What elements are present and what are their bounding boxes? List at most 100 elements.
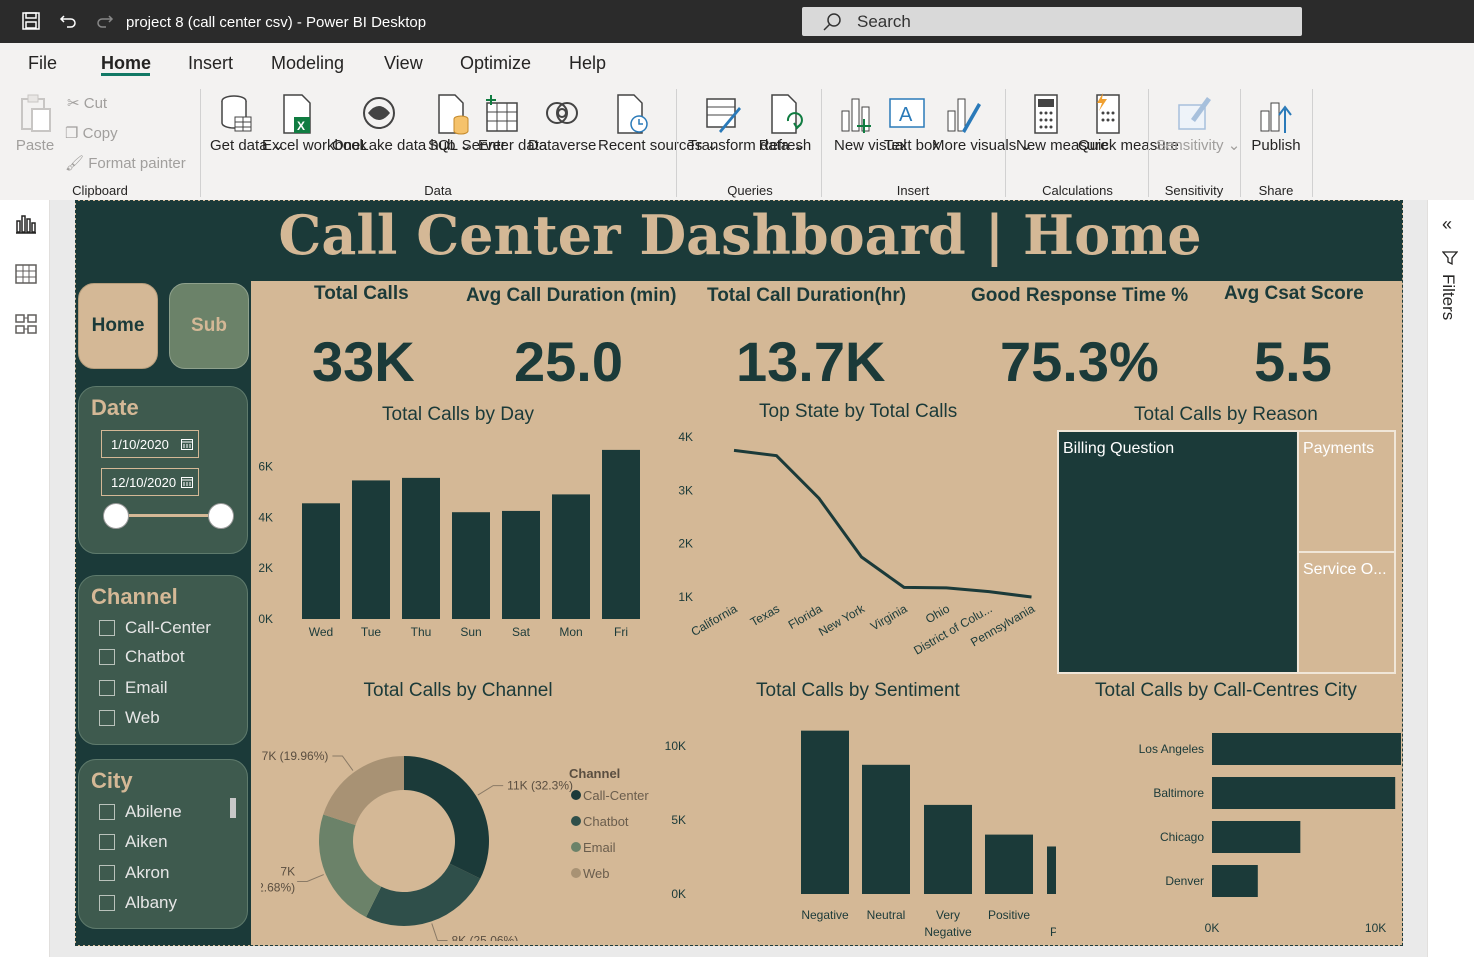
active-tab-indicator <box>101 73 150 76</box>
collapse-icon[interactable]: « <box>1442 214 1452 235</box>
checkbox[interactable] <box>99 620 115 636</box>
checkbox[interactable] <box>99 865 115 881</box>
format-painter-button[interactable]: 🖌 Format painter <box>65 154 186 172</box>
excel-icon: X <box>283 94 311 134</box>
quick-measure-icon <box>1096 93 1120 134</box>
menu-optimize[interactable]: Optimize <box>460 53 531 74</box>
kpi-value-avg-csat: 5.5 <box>1254 330 1332 393</box>
checkbox[interactable] <box>99 649 115 665</box>
bar <box>801 730 849 894</box>
checkbox[interactable] <box>99 804 115 820</box>
bar <box>502 510 540 619</box>
checkbox[interactable] <box>99 710 115 726</box>
legend-label: Call-Center <box>583 788 649 803</box>
y-tick-label: Chicago <box>1160 830 1204 844</box>
bar <box>1212 821 1301 853</box>
model-view-icon[interactable] <box>14 312 38 336</box>
cut-button[interactable]: ✂ Cut <box>67 94 107 112</box>
view-switcher <box>0 200 50 957</box>
leader-line <box>477 785 504 796</box>
start-date-input[interactable]: 1/10/2020 <box>101 430 199 458</box>
x-tick-label: Mon <box>559 625 582 639</box>
text-box-button[interactable]: A Text box <box>884 83 940 178</box>
sensitivity-button[interactable]: Sensitivity ⌄ <box>1156 83 1240 178</box>
report-view-icon[interactable] <box>14 212 38 236</box>
calls-by-day-chart[interactable]: 0K 2K 4K 6K Wed Tue Thu Sun Sat Mon Fri <box>251 431 651 671</box>
recent-sources-button[interactable]: Recent sources ⌄ <box>598 83 719 178</box>
paste-button[interactable]: Paste <box>10 83 60 178</box>
calls-by-sentiment-chart[interactable]: 0K 5K 10K Negative Neutral Very Negative Positi… <box>656 721 1056 946</box>
new-visual-button[interactable]: New visual <box>834 83 907 178</box>
top-state-chart[interactable]: 1K2K3K4KCalifornia Texas FloridaNew York Vi… <box>666 426 1046 671</box>
checkbox[interactable] <box>99 895 115 911</box>
x-tick-label: Texas <box>748 601 782 629</box>
x-tick-label: New York <box>816 601 868 639</box>
bar <box>862 764 910 894</box>
search-placeholder: Search <box>857 12 911 31</box>
menu-insert[interactable]: Insert <box>188 53 233 74</box>
calls-by-channel-donut[interactable]: 11K (32.3%) 8K (25.06%) 7K (22.68%) 7K (19.9… <box>261 711 681 941</box>
series-line <box>733 448 1032 599</box>
svg-text:A: A <box>899 104 913 126</box>
bar <box>402 477 440 619</box>
table-view-icon[interactable] <box>14 262 38 286</box>
menu-help[interactable]: Help <box>569 53 606 74</box>
chart-title-calls-by-day: Total Calls by Day <box>382 404 535 425</box>
date-range-start-handle[interactable] <box>103 503 129 529</box>
menu-home[interactable]: Home <box>101 53 151 74</box>
sql-server-button[interactable]: SQL Server <box>428 83 506 178</box>
filters-label[interactable]: Filters <box>1438 274 1458 320</box>
database-icon <box>221 95 252 132</box>
kpi-label-avg-call-duration: Avg Call Duration (min) <box>466 285 677 306</box>
city-scrollbar[interactable] <box>230 798 236 818</box>
sub-nav-button[interactable]: Sub <box>169 283 249 369</box>
copy-button[interactable]: ❐ Copy <box>65 124 118 142</box>
transform-data-button[interactable]: Transform data ⌄ <box>688 83 806 178</box>
report-title: Call Center Dashboard | Home <box>278 203 1202 267</box>
redo-icon[interactable] <box>94 10 116 32</box>
publish-button[interactable]: Publish <box>1248 83 1304 178</box>
report-page[interactable]: Call Center Dashboard | Home Home Sub Da… <box>75 200 1403 946</box>
ribbon-divider <box>200 89 201 197</box>
bar <box>352 480 390 619</box>
dataverse-button[interactable]: Dataverse <box>528 83 596 178</box>
undo-icon[interactable] <box>57 10 79 32</box>
ribbon-divider <box>1148 89 1149 197</box>
leader-line <box>431 923 448 941</box>
window-title: project 8 (call center csv) - Power BI D… <box>126 14 427 31</box>
enter-data-button[interactable]: Enter data <box>478 83 547 178</box>
refresh-button[interactable]: Refresh <box>757 83 813 178</box>
ribbon-divider <box>1312 89 1313 197</box>
onelake-data-hub-button[interactable]: OneLake data hub ⌄ <box>332 83 472 178</box>
quick-measure-button[interactable]: Quick measure <box>1078 83 1179 178</box>
menu-view[interactable]: View <box>384 53 423 74</box>
x-tick-label: Sat <box>512 625 531 639</box>
more-visuals-button[interactable]: More visuals ⌄ <box>932 83 1033 178</box>
checkbox[interactable] <box>99 680 115 696</box>
menu-modeling[interactable]: Modeling <box>271 53 344 74</box>
save-icon[interactable] <box>20 10 42 32</box>
treemap-label: Payments <box>1303 440 1374 457</box>
chart-title-calls-by-channel: Total Calls by Channel <box>363 680 553 701</box>
onelake-icon <box>363 97 395 129</box>
menu-file[interactable]: File <box>28 53 57 74</box>
checkbox[interactable] <box>99 834 115 850</box>
new-measure-button[interactable]: New measure <box>1016 83 1109 178</box>
legend-marker <box>571 790 581 800</box>
calls-by-city-chart[interactable]: Los Angeles Baltimore Chicago Denver 0K 10K <box>1051 721 1401 946</box>
excel-workbook-button[interactable]: X Excel workbook <box>262 83 367 178</box>
date-range-end-handle[interactable] <box>208 503 234 529</box>
calls-by-reason-treemap[interactable]: Billing Question Payments Service O... <box>1056 429 1401 677</box>
transform-icon <box>706 98 741 133</box>
group-label-sensitivity: Sensitivity <box>1164 183 1224 198</box>
y-tick-label: 6K <box>258 459 273 473</box>
chart-title-calls-by-reason: Total Calls by Reason <box>1134 404 1318 425</box>
x-tick-label: Positive <box>988 908 1030 922</box>
home-nav-button[interactable]: Home <box>78 283 158 369</box>
y-tick-label: 4K <box>258 510 273 524</box>
search-box[interactable]: Search <box>802 7 1302 36</box>
get-data-button[interactable]: Get data ⌄ <box>210 83 284 178</box>
end-date-input[interactable]: 12/10/2020 <box>101 468 199 496</box>
kpi-label-good-response: Good Response Time % <box>971 285 1189 306</box>
title-bar: project 8 (call center csv) - Power BI D… <box>0 0 1474 43</box>
